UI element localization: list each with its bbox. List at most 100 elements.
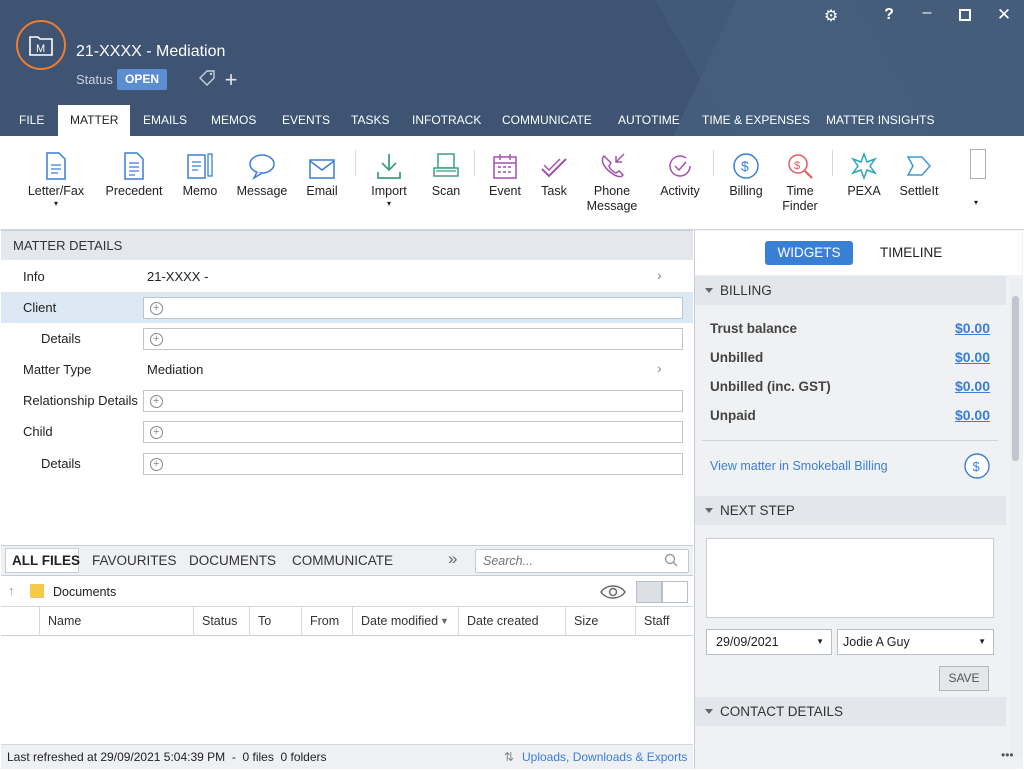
precedent-button[interactable]: Precedent xyxy=(104,146,164,199)
detail-row-child[interactable]: Child + xyxy=(1,416,693,447)
tab-matter-insights[interactable]: MATTER INSIGHTS xyxy=(814,105,946,136)
pexa-button[interactable]: PEXA xyxy=(842,146,886,199)
tab-documents[interactable]: DOCUMENTS xyxy=(189,553,276,568)
folder-view-icon[interactable] xyxy=(636,581,662,603)
next-step-textarea[interactable] xyxy=(706,538,994,618)
more-icon[interactable]: ••• xyxy=(1001,748,1014,762)
letter-icon xyxy=(46,152,66,180)
activity-button[interactable]: Activity xyxy=(652,146,708,199)
client-field[interactable]: + xyxy=(143,297,683,319)
search-icon xyxy=(664,553,678,570)
panel-tabs xyxy=(695,231,1022,275)
unpaid-label: Unpaid xyxy=(710,408,756,423)
trust-balance-label: Trust balance xyxy=(710,321,798,336)
help-icon[interactable]: ? xyxy=(878,6,900,24)
chevron-down-icon: ▼ xyxy=(816,637,824,646)
next-step-staff-select[interactable]: Jodie A Guy ▼ xyxy=(837,629,994,655)
svg-text:$: $ xyxy=(973,459,981,474)
import-button[interactable]: Import ▾ xyxy=(364,146,414,209)
tab-widgets[interactable]: WIDGETS xyxy=(765,241,853,265)
col-to[interactable]: To xyxy=(249,607,301,635)
col-status[interactable]: Status xyxy=(193,607,249,635)
chevron-down-icon: ▼ xyxy=(978,637,986,646)
col-date-created[interactable]: Date created xyxy=(458,607,565,635)
add-icon: + xyxy=(153,302,160,314)
detail-row-client-details[interactable]: Details + xyxy=(1,323,693,354)
add-icon: + xyxy=(153,426,160,438)
breadcrumb-folder[interactable]: Documents xyxy=(53,585,116,599)
tab-files-communicate[interactable]: COMMUNICATE xyxy=(292,553,393,568)
trust-balance-value[interactable]: $0.00 xyxy=(920,320,990,336)
next-step-date[interactable]: 29/09/2021 ▼ xyxy=(706,629,832,655)
contact-details-section-header[interactable]: CONTACT DETAILS xyxy=(695,697,1006,726)
memo-button[interactable]: Memo xyxy=(178,146,222,199)
ribbon-more-chevron-icon[interactable]: ▾ xyxy=(974,198,978,207)
col-size[interactable]: Size xyxy=(565,607,635,635)
pexa-icon xyxy=(850,152,878,180)
unpaid-value[interactable]: $0.00 xyxy=(920,407,990,423)
double-chevron-icon[interactable]: » xyxy=(448,549,457,569)
tab-memos[interactable]: MEMOS xyxy=(199,105,268,136)
detail-row-info[interactable]: Info 21-XXXX - › xyxy=(1,261,693,292)
tab-tasks[interactable]: TASKS xyxy=(339,105,401,136)
tab-events[interactable]: EVENTS xyxy=(270,105,342,136)
close-icon[interactable]: ✕ xyxy=(993,5,1015,25)
time-finder-button[interactable]: $ Time Finder xyxy=(778,146,822,214)
detail-row-matter-type[interactable]: Matter Type Mediation › xyxy=(1,354,693,385)
sync-icon: ⇅ xyxy=(504,750,515,764)
relationship-field[interactable]: + xyxy=(143,390,683,412)
tab-file[interactable]: FILE xyxy=(7,105,56,136)
tab-all-files[interactable]: ALL FILES xyxy=(12,553,80,568)
scrollbar-thumb[interactable] xyxy=(1012,296,1019,461)
billing-section-header[interactable]: BILLING xyxy=(695,276,1006,305)
list-view-icon[interactable] xyxy=(662,581,688,603)
maximize-icon[interactable] xyxy=(959,9,971,21)
up-arrow-icon[interactable]: ↑ xyxy=(8,583,15,598)
next-step-section-header[interactable]: NEXT STEP xyxy=(695,496,1006,525)
files-search-input[interactable] xyxy=(475,549,689,573)
tab-matter[interactable]: MATTER xyxy=(58,105,131,136)
minimize-icon[interactable]: – xyxy=(916,4,938,22)
uploads-link[interactable]: Uploads, Downloads & Exports xyxy=(522,745,687,769)
gear-icon[interactable]: ⚙ xyxy=(820,6,842,26)
task-button[interactable]: Task xyxy=(532,146,576,199)
col-from[interactable]: From xyxy=(301,607,352,635)
email-button[interactable]: Email xyxy=(300,146,344,199)
eye-icon[interactable] xyxy=(600,584,626,603)
add-tag-icon[interactable]: + xyxy=(220,67,242,93)
detail-row-client[interactable]: Client + xyxy=(1,292,693,323)
tab-communicate[interactable]: COMMUNICATE xyxy=(490,105,604,136)
child-details-field[interactable]: + xyxy=(143,453,683,475)
event-button[interactable]: Event xyxy=(484,146,526,199)
svg-text:M: M xyxy=(36,43,45,55)
phone-message-button[interactable]: Phone Message xyxy=(586,146,638,214)
sort-desc-icon: ▼ xyxy=(440,616,449,626)
view-in-billing-link[interactable]: View matter in Smokeball Billing xyxy=(710,459,888,473)
col-staff[interactable]: Staff xyxy=(635,607,693,635)
tab-emails[interactable]: EMAILS xyxy=(131,105,199,136)
detail-row-relationship[interactable]: Relationship Details + xyxy=(1,385,693,416)
tab-timeline[interactable]: TIMELINE xyxy=(880,245,942,260)
child-field[interactable]: + xyxy=(143,421,683,443)
scan-button[interactable]: Scan xyxy=(424,146,468,199)
settleit-icon xyxy=(906,156,932,176)
scan-icon xyxy=(433,153,459,177)
tab-favourites[interactable]: FAVOURITES xyxy=(92,553,177,568)
message-button[interactable]: Message xyxy=(236,146,288,199)
client-details-field[interactable]: + xyxy=(143,328,683,350)
col-name[interactable]: Name xyxy=(39,607,193,635)
billing-button[interactable]: $ Billing xyxy=(724,146,768,199)
letter-fax-button[interactable]: Letter/Fax ▾ xyxy=(26,146,86,209)
unbilled-gst-value[interactable]: $0.00 xyxy=(920,378,990,394)
tab-time-expenses[interactable]: TIME & EXPENSES xyxy=(690,105,822,136)
tag-icon[interactable] xyxy=(196,69,218,92)
ribbon-overflow-icon[interactable] xyxy=(970,149,986,179)
status-badge[interactable]: OPEN xyxy=(117,69,167,90)
unbilled-value[interactable]: $0.00 xyxy=(920,349,990,365)
billing-dollar-icon[interactable]: $ xyxy=(964,453,990,482)
save-button[interactable]: SAVE xyxy=(939,666,989,691)
settleit-button[interactable]: SettleIt xyxy=(894,146,944,199)
detail-row-child-details[interactable]: Details + xyxy=(1,448,693,479)
tab-autotime[interactable]: AUTOTIME xyxy=(606,105,692,136)
tab-infotrack[interactable]: INFOTRACK xyxy=(400,105,493,136)
